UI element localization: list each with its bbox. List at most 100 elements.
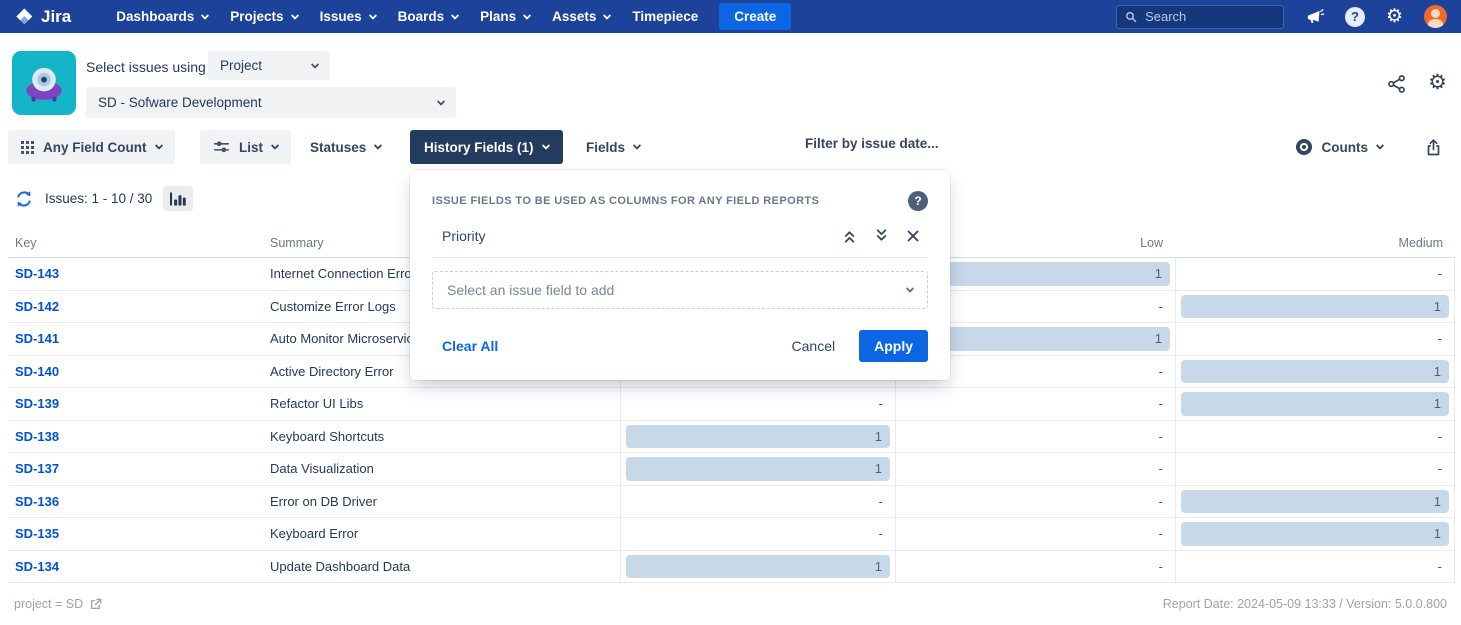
export-button[interactable] [1420,130,1447,164]
external-link-icon[interactable] [89,598,102,611]
issue-key-link[interactable]: SD-135 [8,518,270,550]
move-field-bottom-button[interactable] [874,228,889,244]
jira-brand[interactable]: Jira [14,7,71,27]
chevron-down-icon [541,141,549,149]
count-value: 1 [1434,494,1441,509]
remove-field-button[interactable] [906,229,920,243]
page-footer: project = SD Report Date: 2024-05-09 13:… [14,597,1447,611]
nav-item-issues[interactable]: Issues [309,0,387,33]
issue-key-link[interactable]: SD-137 [8,453,270,485]
layout-dropdown[interactable]: List [200,130,291,164]
issue-key-link[interactable]: SD-141 [8,323,270,355]
announcements-button[interactable] [1305,7,1324,26]
share-button[interactable] [1386,73,1407,94]
chart-view-toggle[interactable] [163,186,193,211]
issue-key-link[interactable]: SD-136 [8,486,270,518]
clear-all-link[interactable]: Clear All [432,338,498,354]
global-search[interactable] [1116,5,1284,29]
nav-item-label: Timepiece [632,9,698,24]
table-row: SD-138Keyboard Shortcuts1-- [8,421,1455,454]
nav-item-label: Boards [398,9,445,24]
history-fields-dropdown[interactable]: History Fields (1) [410,130,563,164]
refresh-button[interactable] [14,189,34,209]
column-header-medium[interactable]: Medium [1175,236,1455,250]
table-row: SD-136Error on DB Driver--1 [8,486,1455,519]
chevron-down-icon [374,141,382,149]
fields-label: Fields [586,140,625,155]
jira-logo-icon [14,7,34,27]
popup-help-button[interactable]: ? [908,191,928,211]
search-input[interactable] [1145,9,1275,24]
header-actions: ⚙ [1386,72,1447,94]
table-row: SD-135Keyboard Error--1 [8,518,1455,551]
settings-button[interactable]: ⚙ [1386,7,1403,26]
nav-item-label: Plans [480,9,516,24]
count-bar: 1 [1181,522,1449,546]
statuses-dropdown[interactable]: Statuses [306,130,385,164]
fields-dropdown[interactable]: Fields [582,130,644,164]
chevron-down-icon [603,11,611,19]
nav-item-projects[interactable]: Projects [219,0,308,33]
issue-source-dropdown[interactable]: Project [208,51,330,80]
apply-button[interactable]: Apply [859,330,928,362]
chevron-down-icon [154,141,162,149]
nav-item-timepiece[interactable]: Timepiece [621,0,709,33]
column-header-key[interactable]: Key [8,236,270,250]
view-type-dropdown[interactable]: Any Field Count [8,130,175,164]
count-value: 1 [1434,526,1441,541]
add-field-select[interactable]: Select an issue field to add [432,271,928,309]
selected-field-row: Priority [432,228,928,258]
count-value: 1 [875,461,882,476]
report-settings-button[interactable]: ⚙ [1428,72,1447,94]
count-value: 1 [1155,266,1162,281]
nav-item-dashboards[interactable]: Dashboards [105,0,219,33]
layout-label: List [239,140,263,155]
count-cell: 1 [1175,291,1455,323]
gear-icon: ⚙ [1428,71,1447,94]
report-meta-label: Report Date: 2024-05-09 13:33 / Version:… [1163,597,1447,611]
popup-header: ISSUE FIELDS TO BE USED AS COLUMNS FOR A… [432,191,928,211]
move-field-top-button[interactable] [842,228,857,244]
count-cell: - [1175,323,1455,355]
count-cell: - [1175,551,1455,583]
project-dropdown[interactable]: SD - Sofware Development [86,87,456,118]
counts-icon [1295,138,1313,156]
chevron-down-icon [633,141,641,149]
issue-key-link[interactable]: SD-143 [8,258,270,290]
export-icon [1424,138,1443,157]
count-cell: - [620,486,895,518]
history-fields-label: History Fields (1) [424,140,534,155]
issue-key-link[interactable]: SD-134 [8,551,270,583]
issue-date-filter-input[interactable] [805,136,1035,151]
count-cell: - [620,518,895,550]
create-button[interactable]: Create [719,3,791,30]
issue-key-link[interactable]: SD-138 [8,421,270,453]
help-button[interactable]: ? [1345,7,1365,27]
issue-summary: Refactor UI Libs [270,388,620,420]
nav-item-assets[interactable]: Assets [541,0,621,33]
count-bar: 1 [1181,490,1449,514]
cancel-button[interactable]: Cancel [792,338,836,354]
issue-key-link[interactable]: SD-139 [8,388,270,420]
chevron-down-icon [290,11,298,19]
count-cell: 1 [620,453,895,485]
share-icon [1386,73,1407,94]
issue-key-link[interactable]: SD-142 [8,291,270,323]
profile-button[interactable] [1424,5,1447,28]
nav-item-plans[interactable]: Plans [469,0,541,33]
issue-key-link[interactable]: SD-140 [8,356,270,388]
nav-item-boards[interactable]: Boards [387,0,470,33]
double-chevron-down-icon [874,228,889,244]
page: Jira DashboardsProjectsIssues Boards Plans… [0,0,1461,625]
counts-dropdown[interactable]: Counts [1291,130,1388,164]
popup-footer: Clear All Cancel Apply [432,330,928,362]
chevron-down-icon [451,11,459,19]
list-icon [213,139,230,155]
count-value: 1 [1155,331,1162,346]
nav-item-label: Assets [552,9,596,24]
count-cell: - [895,486,1175,518]
count-cell: - [895,551,1175,583]
count-cell: 1 [620,421,895,453]
close-icon [906,229,920,243]
chevron-down-icon [523,11,531,19]
